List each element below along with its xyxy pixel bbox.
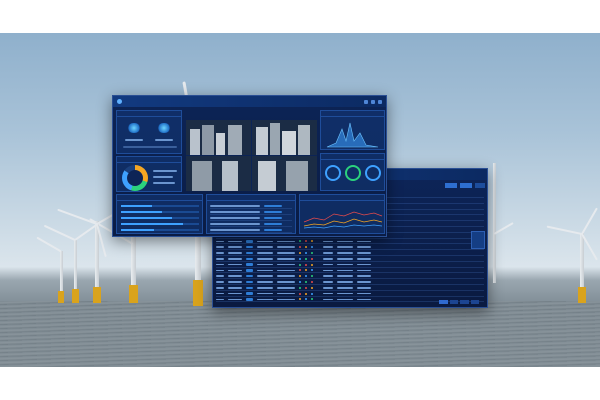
table-row[interactable] [216, 257, 484, 262]
camera-scene-building [192, 161, 212, 191]
pagination[interactable] [439, 300, 479, 304]
bell-icon[interactable] [364, 99, 368, 104]
table-row[interactable] [216, 251, 484, 256]
camera-scene-building [202, 125, 214, 155]
progress-row [121, 205, 199, 207]
camera-scene-building [190, 129, 200, 155]
user-icon[interactable] [378, 99, 382, 104]
camera-scene-building [258, 161, 276, 191]
dashboard-main-panel [112, 95, 387, 237]
gauge-3 [365, 165, 381, 181]
analysis-card [299, 194, 385, 234]
device-status-card [116, 110, 182, 154]
event-row[interactable] [210, 204, 292, 209]
trend-chart [326, 122, 379, 148]
table-row[interactable] [216, 280, 484, 285]
front-topbar [113, 96, 386, 107]
progress-row [121, 223, 199, 225]
event-row[interactable] [210, 228, 292, 233]
filter-button[interactable] [460, 183, 472, 188]
filter-button[interactable] [475, 183, 485, 188]
video-feed[interactable] [186, 120, 317, 191]
promo-stage [0, 0, 600, 400]
progress-row [121, 217, 199, 219]
camera-scene-building [222, 161, 238, 191]
event-row[interactable] [210, 222, 292, 227]
camera-scene-building [228, 125, 242, 155]
device-icon-2 [157, 123, 171, 133]
table-row[interactable] [216, 268, 484, 274]
topbar-tools [364, 99, 382, 104]
alarm-stats-card [116, 156, 182, 192]
device-icon-1 [127, 123, 141, 133]
camera-scene-building [270, 123, 280, 155]
list-card [116, 194, 203, 234]
logo-icon [117, 99, 122, 104]
filter-button[interactable] [445, 183, 457, 188]
table-row[interactable] [216, 292, 484, 297]
analysis-chart [303, 211, 383, 229]
table-row[interactable] [216, 263, 484, 268]
settings-icon[interactable] [371, 99, 375, 104]
side-popup [471, 231, 485, 249]
camera-scene-building [216, 133, 225, 155]
camera-scene-building [298, 125, 310, 155]
progress-row [121, 211, 199, 213]
events-table-card [206, 194, 296, 234]
trend-card [320, 110, 385, 150]
event-row[interactable] [210, 216, 292, 221]
table-row[interactable] [216, 274, 484, 280]
sea-surface [0, 301, 600, 367]
gauge-2 [345, 165, 361, 181]
back-filter-bar [391, 183, 485, 191]
camera-scene-building [286, 161, 308, 191]
camera-scene-building [282, 131, 296, 155]
gauge-1 [325, 165, 341, 181]
event-row[interactable] [210, 210, 292, 215]
progress-row [121, 229, 199, 231]
camera-scene-building [256, 127, 268, 155]
table-row[interactable] [216, 245, 484, 251]
video-grid-divider [186, 155, 317, 156]
table-row[interactable] [216, 239, 484, 245]
gauges-card [320, 153, 385, 191]
table-row[interactable] [216, 286, 484, 291]
